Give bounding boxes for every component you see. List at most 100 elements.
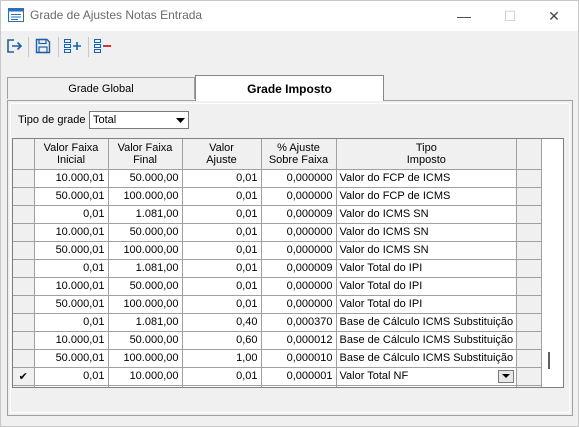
chevron-down-icon[interactable] [498,369,515,383]
save-button[interactable] [31,35,55,59]
cell-percent-ajuste[interactable]: 0,000009 [261,259,337,278]
column-header-valor-ajuste[interactable]: Valor Ajuste [182,139,262,170]
cell-percent-ajuste[interactable]: 0,000000 [261,169,337,188]
cell-valor-ajuste[interactable]: 0,60 [182,331,262,350]
remove-row-button[interactable] [91,35,115,59]
row-indicator[interactable] [13,169,35,188]
cell-tipo-imposto[interactable]: Base de Cálculo ICMS Substituição [336,349,518,368]
row-indicator[interactable] [13,241,35,260]
cell-percent-ajuste[interactable]: 0,000000 [261,241,337,260]
tipo-grade-select[interactable]: Total [89,111,189,129]
cell-tipo-imposto[interactable]: Valor Total do IPI [336,277,518,296]
cell-tipo-imposto[interactable]: Valor do ICMS SN [336,205,518,224]
cell-percent-ajuste[interactable]: 0,000012 [261,331,337,350]
cell-faixa-inicial[interactable]: 10.000,01 [34,169,109,188]
cell-tipo-imposto[interactable]: Valor do ICMS SN [336,241,518,260]
row-indicator[interactable] [13,223,35,242]
vertical-scrollbar-thumb[interactable] [548,352,550,369]
exit-button[interactable] [2,35,26,59]
cell-valor-ajuste[interactable]: 0,01 [182,277,262,296]
cell-faixa-inicial[interactable]: 0,01 [34,259,109,278]
cell-faixa-inicial[interactable]: 10.000,01 [34,277,109,296]
cell-faixa-final[interactable]: 1.081,00 [108,259,183,278]
cell-tipo-imposto[interactable]: Base de Cálculo ICMS Substituição [336,313,518,332]
cell-percent-ajuste[interactable]: 0,000001 [261,367,337,386]
cell-tipo-imposto[interactable]: Valor Total do IPI [336,295,518,314]
table-row[interactable]: 50.000,01 100.000,00 1,00 0,000010 Base … [13,349,543,368]
column-header-tipo-imposto[interactable]: Tipo Imposto [336,139,518,170]
cell-faixa-final[interactable]: 100.000,00 [108,187,183,206]
row-indicator[interactable] [13,277,35,296]
cell-tipo-imposto[interactable]: Base de Cálculo ICMS Substituição [336,331,518,350]
cell-percent-ajuste[interactable]: 0,000000 [261,295,337,314]
cell-percent-ajuste[interactable]: 0,000010 [261,349,337,368]
row-indicator[interactable] [13,259,35,278]
cell-faixa-inicial[interactable]: 0,01 [34,367,109,386]
minimize-button[interactable]: — [441,1,487,31]
cell-percent-ajuste[interactable]: 0,000000 [261,187,337,206]
cell-valor-ajuste[interactable]: 0,01 [182,259,262,278]
add-row-button[interactable] [61,35,85,59]
cell-faixa-final[interactable]: 100.000,00 [108,241,183,260]
table-row[interactable]: 50.000,01 100.000,00 0,01 0,000000 Valor… [13,295,543,314]
cell-tipo-imposto[interactable]: Valor Total do IPI [336,259,518,278]
cell-tipo-imposto-select[interactable]: Valor Total NF [336,367,518,386]
cell-valor-ajuste[interactable]: 0,01 [182,367,262,386]
cell-faixa-final[interactable]: 100.000,00 [108,295,183,314]
cell-faixa-inicial[interactable]: 0,01 [34,313,109,332]
cell-faixa-final[interactable]: 50.000,00 [108,169,183,188]
chevron-down-icon[interactable] [173,113,187,127]
table-row[interactable]: 10.000,01 50.000,00 0,01 0,000000 Valor … [13,277,543,296]
cell-faixa-final[interactable]: 50.000,00 [108,277,183,296]
cell-percent-ajuste[interactable]: 0,000000 [261,223,337,242]
column-header-percent-ajuste[interactable]: % Ajuste Sobre Faixa [261,139,337,170]
tab-grade-global[interactable]: Grade Global [7,77,195,99]
row-indicator[interactable] [13,349,35,368]
table-row-current[interactable]: ✔ 0,01 10.000,00 0,01 0,000001 Valor Tot… [13,367,543,386]
cell-valor-ajuste[interactable]: 0,40 [182,313,262,332]
column-header-valor-faixa-final[interactable]: Valor Faixa Final [108,139,183,170]
cell-faixa-final[interactable]: 100.000,00 [108,349,183,368]
cell-valor-ajuste[interactable]: 0,01 [182,241,262,260]
cell-percent-ajuste[interactable]: 0,000370 [261,313,337,332]
cell-valor-ajuste[interactable]: 0,01 [182,205,262,224]
table-row[interactable]: 0,01 1.081,00 0,01 0,000009 Valor do ICM… [13,205,543,224]
cell-tipo-imposto[interactable]: Valor do FCP de ICMS [336,187,518,206]
cell-tipo-imposto[interactable]: Valor do FCP de ICMS [336,169,518,188]
row-indicator[interactable] [13,187,35,206]
cell-faixa-inicial[interactable]: 10.000,01 [34,331,109,350]
cell-valor-ajuste[interactable]: 0,01 [182,223,262,242]
table-row[interactable]: 50.000,01 100.000,00 0,01 0,000000 Valor… [13,187,543,206]
cell-faixa-inicial[interactable]: 0,01 [34,205,109,224]
cell-faixa-final[interactable]: 50.000,00 [108,331,183,350]
close-button[interactable]: ✕ [531,1,577,31]
row-indicator[interactable] [13,331,35,350]
table-row[interactable]: 0,01 1.081,00 0,01 0,000009 Valor Total … [13,259,543,278]
tab-grade-imposto[interactable]: Grade Imposto [195,75,384,101]
cell-faixa-inicial[interactable]: 50.000,01 [34,187,109,206]
row-indicator[interactable] [13,205,35,224]
cell-valor-ajuste[interactable]: 0,01 [182,187,262,206]
table-row[interactable]: 10.000,01 50.000,00 0,01 0,000000 Valor … [13,223,543,242]
table-row[interactable]: 50.000,01 100.000,00 0,01 0,000000 Valor… [13,241,543,260]
cell-valor-ajuste[interactable]: 0,01 [182,295,262,314]
maximize-button[interactable]: ☐ [487,1,533,31]
cell-faixa-inicial[interactable]: 10.000,01 [34,223,109,242]
cell-faixa-final[interactable]: 1.081,00 [108,313,183,332]
column-header-valor-faixa-inicial[interactable]: Valor Faixa Inicial [34,139,109,170]
table-row[interactable]: 10.000,01 50.000,00 0,01 0,000000 Valor … [13,169,543,188]
cell-faixa-inicial[interactable]: 50.000,01 [34,295,109,314]
cell-faixa-inicial[interactable]: 50.000,01 [34,241,109,260]
cell-faixa-inicial[interactable]: 50.000,01 [34,349,109,368]
cell-faixa-final[interactable]: 10.000,00 [108,367,183,386]
cell-faixa-final[interactable]: 1.081,00 [108,205,183,224]
row-indicator[interactable] [13,313,35,332]
table-row[interactable]: 0,01 1.081,00 0,40 0,000370 Base de Cálc… [13,313,543,332]
row-indicator[interactable] [13,295,35,314]
cell-percent-ajuste[interactable]: 0,000009 [261,205,337,224]
tax-grid[interactable]: Valor Faixa Inicial Valor Faixa Final Valo… [12,138,564,388]
cell-valor-ajuste[interactable]: 1,00 [182,349,262,368]
cell-valor-ajuste[interactable]: 0,01 [182,169,262,188]
cell-faixa-final[interactable]: 50.000,00 [108,223,183,242]
cell-tipo-imposto[interactable]: Valor do ICMS SN [336,223,518,242]
